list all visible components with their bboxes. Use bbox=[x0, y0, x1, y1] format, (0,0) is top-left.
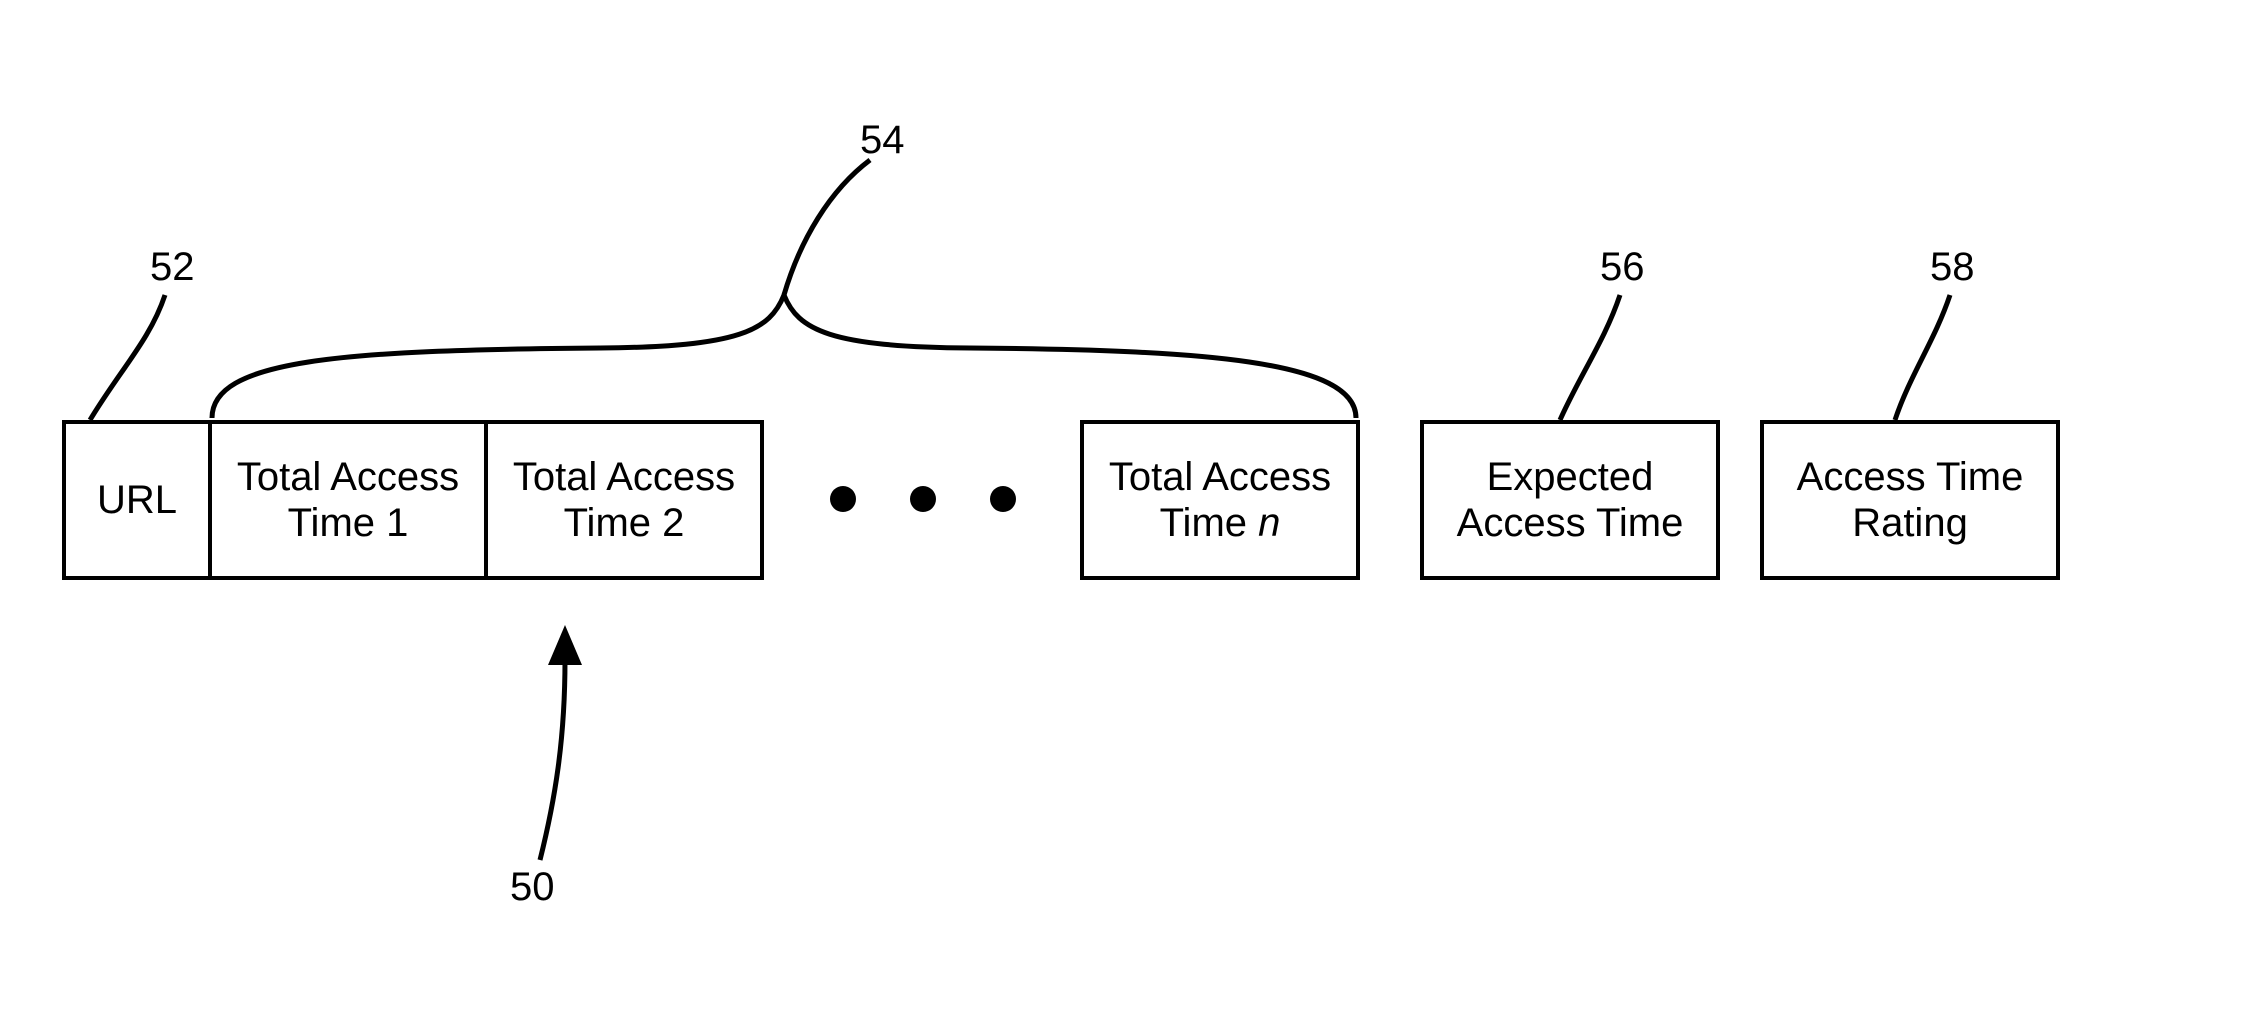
callout-label-54: 54 bbox=[860, 118, 905, 163]
ellipsis-dot bbox=[990, 486, 1016, 512]
box-url: URL bbox=[62, 420, 212, 580]
box-total-access-time-n: Total Access Time n bbox=[1080, 420, 1360, 580]
box-total-access-time-1: Total Access Time 1 bbox=[208, 420, 488, 580]
ellipsis-dot bbox=[910, 486, 936, 512]
callout-label-56: 56 bbox=[1600, 245, 1645, 290]
diagram-canvas: URL Total Access Time 1 Total Access Tim… bbox=[0, 0, 2246, 1033]
callout-label-50: 50 bbox=[510, 865, 555, 910]
tatn-prefix: Total Access Time bbox=[1109, 455, 1331, 545]
callout-label-52: 52 bbox=[150, 245, 195, 290]
tatn-suffix: n bbox=[1258, 501, 1280, 545]
box-total-access-time-2: Total Access Time 2 bbox=[484, 420, 764, 580]
box-access-time-rating: Access Time Rating bbox=[1760, 420, 2060, 580]
box-expected-access-time: Expected Access Time bbox=[1420, 420, 1720, 580]
ellipsis-dot bbox=[830, 486, 856, 512]
callout-label-58: 58 bbox=[1930, 245, 1975, 290]
